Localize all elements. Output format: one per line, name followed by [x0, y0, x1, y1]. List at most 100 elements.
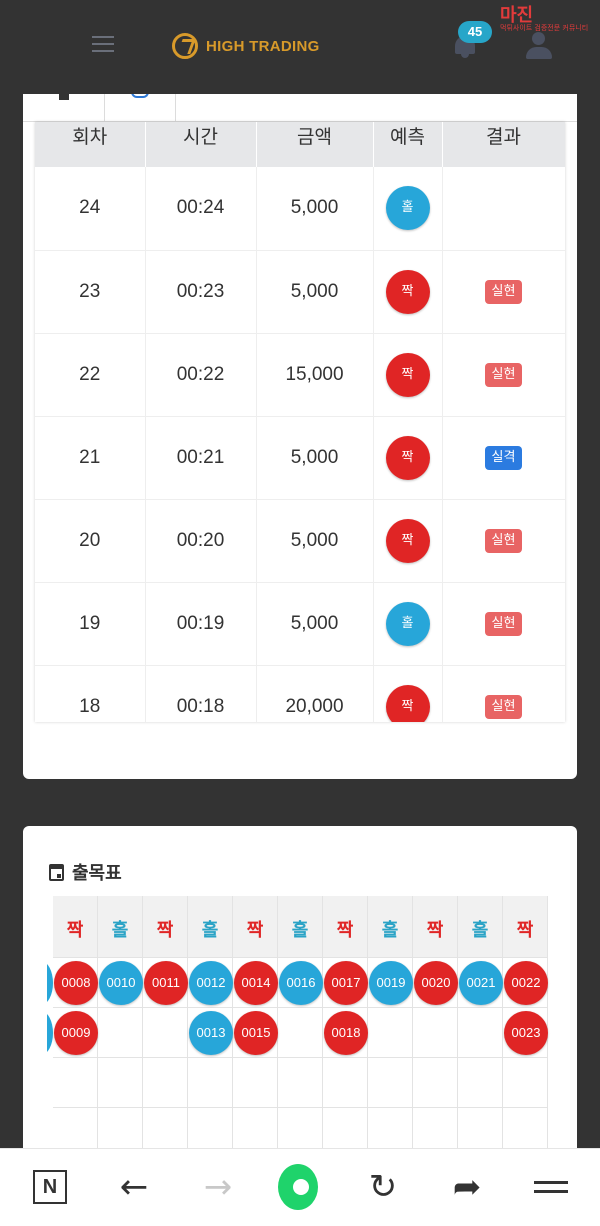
table-row: 23 00:23 5,000 짝 실현 — [35, 250, 565, 334]
round-cell: 19 — [35, 582, 146, 666]
roadmap-cell — [458, 1008, 502, 1058]
table-row: 21 00:21 5,000 짝 실격 — [35, 416, 565, 500]
result-badge: 실현 — [484, 695, 523, 719]
roadmap-column: 홀 0016 — [278, 896, 323, 1156]
naver-button[interactable]: N — [30, 1167, 70, 1207]
amount-cell: 5,000 — [256, 582, 374, 666]
roadmap-bead: 0011 — [144, 961, 188, 1005]
roadmap-bead: 0010 — [99, 961, 143, 1005]
result-cell: 실현 — [442, 333, 565, 417]
roadmap-cell — [278, 1008, 322, 1058]
time-cell: 00:20 — [145, 499, 257, 583]
roadmap-cell: 0022 — [503, 958, 548, 1008]
pick-cell: 짝 — [373, 416, 443, 500]
roadmap-bead: 0017 — [324, 961, 368, 1005]
logo[interactable]: HIGH TRADING — [172, 33, 320, 59]
roadmap-cell: 0008 — [53, 958, 98, 1008]
roadmap-column: 짝 0008 0009 — [53, 896, 98, 1156]
round-cell: 23 — [35, 250, 146, 334]
roadmap-column: 짝 0020 — [413, 896, 458, 1156]
roadmap-column: 홀 0021 — [458, 896, 503, 1156]
user-tab-icon — [131, 94, 149, 98]
time-cell: 00:24 — [145, 167, 257, 251]
pick-bead: 짝 — [385, 269, 430, 314]
roadmap-cell: 0012 — [188, 958, 233, 1008]
result-badge: 실현 — [484, 280, 523, 304]
menu-icon[interactable] — [92, 36, 114, 52]
menu-lines-icon — [534, 1175, 568, 1199]
menu-button[interactable] — [531, 1167, 571, 1207]
roadmap-column-head: 짝 — [413, 896, 457, 958]
reload-button[interactable]: ↻ — [363, 1167, 403, 1207]
result-badge: 실현 — [484, 612, 523, 636]
roadmap-bead: 0022 — [504, 961, 548, 1005]
col-amount: 금액 — [256, 122, 374, 167]
time-cell: 00:21 — [145, 416, 257, 500]
pick-bead: 짝 — [385, 352, 430, 397]
roadmap-grid[interactable]: 짝 0008 0009 홀 0010 짝 0011 홀 0012 0013 짝 0014 0015 홀 00… — [47, 896, 553, 1156]
history-table-wrap[interactable]: 회차 시간 금액 예측 결과 24 00:24 5,000 홀 23 00:23 5,000… — [35, 122, 565, 722]
pick-bead: 짝 — [385, 684, 430, 722]
roadmap-card: 출목표 짝 0008 0009 홀 0010 짝 0011 홀 0012 0013 짝 0014 001… — [23, 826, 577, 1156]
roadmap-column: 짝 0022 0023 — [503, 896, 548, 1156]
result-cell: 실격 — [442, 416, 565, 500]
roadmap-column-head: 짝 — [503, 896, 547, 958]
roadmap-cell: 0016 — [278, 958, 323, 1008]
back-button[interactable]: ← — [114, 1167, 154, 1207]
roadmap-bead: 0021 — [459, 961, 503, 1005]
roadmap-column: 홀 0010 — [98, 896, 143, 1156]
roadmap-bead: 0016 — [279, 961, 323, 1005]
roadmap-cell: 0010 — [98, 958, 143, 1008]
roadmap-cell — [368, 1058, 412, 1108]
amount-cell: 15,000 — [256, 333, 374, 417]
bet-history-card: 회차 시간 금액 예측 결과 24 00:24 5,000 홀 23 00:23 5,000… — [23, 94, 577, 779]
roadmap-title-text: 출목표 — [72, 863, 122, 884]
roadmap-cell: 0020 — [413, 958, 458, 1008]
roadmap-cell — [323, 1058, 367, 1108]
roadmap-title: 출목표 — [49, 859, 122, 885]
roadmap-bead: 0023 — [504, 1011, 548, 1055]
col-result: 결과 — [442, 122, 565, 167]
naver-n-icon: N — [33, 1170, 67, 1204]
pick-bead: 짝 — [385, 518, 430, 563]
back-arrow-icon: ← — [119, 1167, 149, 1207]
result-badge: 실격 — [484, 446, 523, 470]
pick-cell: 짝 — [373, 333, 443, 417]
roadmap-column-head: 짝 — [143, 896, 187, 958]
tab-user[interactable] — [105, 94, 176, 122]
watermark-main: 마진 — [500, 5, 534, 25]
result-cell: 실현 — [442, 250, 565, 334]
browser-bottom-bar: N ← → ↻ ➦ — [0, 1148, 600, 1226]
roadmap-bead: 0018 — [324, 1011, 368, 1055]
roadmap-column-head: 짝 — [233, 896, 277, 958]
table-row: 22 00:22 15,000 짝 실현 — [35, 333, 565, 417]
amount-cell: 5,000 — [256, 499, 374, 583]
forward-button[interactable]: → — [198, 1167, 238, 1207]
roadmap-column-head: 홀 — [458, 896, 502, 958]
history-table: 회차 시간 금액 예측 결과 24 00:24 5,000 홀 23 00:23 5,000… — [35, 122, 565, 722]
tab-home[interactable] — [53, 94, 105, 122]
roadmap-bead: 0013 — [189, 1011, 233, 1055]
amount-cell: 20,000 — [256, 665, 374, 722]
roadmap-column-head: 홀 — [368, 896, 412, 958]
result-cell: 실현 — [442, 665, 565, 722]
roadmap-column-head: 홀 — [278, 896, 322, 958]
roadmap-cell — [233, 1058, 277, 1108]
roadmap-bead: 0019 — [369, 961, 413, 1005]
roadmap-bead: 0020 — [414, 961, 458, 1005]
result-badge: 실현 — [484, 363, 523, 387]
home-button[interactable] — [278, 1164, 318, 1210]
roadmap-cell — [143, 1008, 187, 1058]
history-header-row: 회차 시간 금액 예측 결과 — [35, 122, 565, 167]
time-cell: 00:22 — [145, 333, 257, 417]
roadmap-cell — [53, 1058, 97, 1108]
home-dot-icon — [278, 1164, 318, 1210]
table-row: 19 00:19 5,000 홀 실현 — [35, 582, 565, 666]
roadmap-column: 홀 0019 — [368, 896, 413, 1156]
roadmap-cell: 0023 — [503, 1008, 548, 1058]
logo-mark-icon — [172, 33, 198, 59]
roadmap-cell: 0018 — [323, 1008, 368, 1058]
share-button[interactable]: ➦ — [447, 1167, 487, 1207]
home-icon — [59, 94, 69, 100]
roadmap-cell: 0011 — [143, 958, 188, 1008]
